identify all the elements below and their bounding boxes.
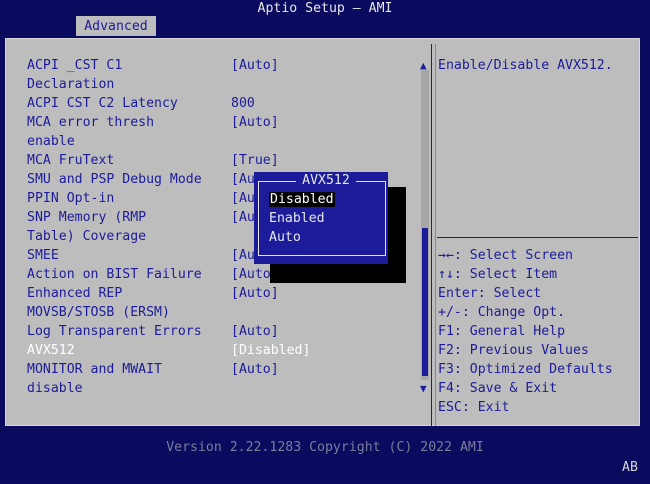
setting-avx512-label[interactable]: AVX512 bbox=[27, 341, 75, 360]
setting-smu-psp-debug-label[interactable]: SMU and PSP Debug Mode bbox=[27, 170, 202, 189]
setting-log-transparent-errors-value[interactable]: [Auto] bbox=[231, 322, 279, 341]
setting-mca-frutext-value[interactable]: [True] bbox=[231, 151, 279, 170]
setting-acpi-cst-c1-label-cont: Declaration bbox=[27, 77, 115, 92]
help-key-f4: F4: Save & Exit bbox=[438, 381, 558, 396]
setting-mca-error-thresh-value[interactable]: [Auto] bbox=[231, 113, 279, 132]
setting-smee-label[interactable]: SMEE bbox=[27, 246, 59, 265]
setting-monitor-mwait-label-cont: disable bbox=[27, 381, 83, 396]
scrollbar-thumb[interactable] bbox=[422, 228, 428, 376]
panel-divider bbox=[431, 44, 432, 426]
setting-monitor-mwait-value[interactable]: [Auto] bbox=[231, 360, 279, 379]
help-key-enter: Enter: Select bbox=[438, 286, 542, 301]
setting-acpi-cst-c1-label[interactable]: ACPI _CST C1 bbox=[27, 56, 122, 75]
popup-option-auto[interactable]: Auto bbox=[269, 228, 301, 247]
setting-smu-psp-debug-value[interactable]: [Au bbox=[231, 170, 255, 189]
panel-divider-inner bbox=[435, 44, 436, 426]
tab-advanced[interactable]: Advanced bbox=[76, 16, 156, 36]
help-separator bbox=[437, 237, 638, 238]
popup-option-disabled[interactable]: Disabled bbox=[269, 190, 335, 209]
setting-bist-failure-label[interactable]: Action on BIST Failure bbox=[27, 265, 202, 284]
setting-acpi-cst-c2-latency-label[interactable]: ACPI CST C2 Latency bbox=[27, 94, 178, 113]
setting-enhanced-rep-label-cont: MOVSB/STOSB (ERSM) bbox=[27, 305, 170, 320]
setting-monitor-mwait-label[interactable]: MONITOR and MWAIT bbox=[27, 360, 162, 379]
setting-snp-memory-label-cont: Table) Coverage bbox=[27, 229, 147, 244]
setting-snp-memory-label[interactable]: SNP Memory (RMP bbox=[27, 208, 146, 227]
help-key-change-opt: +/-: Change Opt. bbox=[438, 305, 566, 320]
setting-enhanced-rep-value[interactable]: [Auto] bbox=[231, 284, 279, 303]
help-key-select-item: ↑↓: Select Item bbox=[438, 267, 558, 282]
popup-title: AVX512 bbox=[302, 173, 350, 188]
help-key-f2: F2: Previous Values bbox=[438, 343, 589, 358]
scroll-down-arrow-icon[interactable]: ▼ bbox=[420, 379, 427, 398]
popup-option-disabled-label[interactable]: Disabled bbox=[269, 192, 335, 207]
popup-option-enabled[interactable]: Enabled bbox=[269, 209, 325, 228]
setting-log-transparent-errors-label[interactable]: Log Transparent Errors bbox=[27, 322, 202, 341]
setting-acpi-cst-c2-latency-value[interactable]: 800 bbox=[231, 94, 255, 113]
help-key-f1: F1: General Help bbox=[438, 324, 566, 339]
help-description: Enable/Disable AVX512. bbox=[438, 58, 613, 73]
setting-enhanced-rep-label[interactable]: Enhanced REP bbox=[27, 284, 122, 303]
help-key-select-screen: →←: Select Screen bbox=[438, 248, 573, 263]
help-key-esc: ESC: Exit bbox=[438, 400, 510, 415]
setting-bist-failure-value[interactable]: [Auto bbox=[231, 265, 271, 284]
help-key-f3: F3: Optimized Defaults bbox=[438, 362, 613, 377]
setting-mca-frutext-label[interactable]: MCA FruText bbox=[27, 151, 114, 170]
setting-snp-memory-value[interactable]: [Au bbox=[231, 208, 255, 227]
ab-badge: AB bbox=[622, 460, 638, 475]
footer-version: Version 2.22.1283 Copyright (C) 2022 AMI bbox=[166, 440, 484, 455]
setting-smee-value[interactable]: [Au bbox=[231, 246, 255, 265]
setting-ppin-opt-in-label[interactable]: PPIN Opt-in bbox=[27, 189, 114, 208]
setting-mca-error-thresh-label[interactable]: MCA error thresh bbox=[27, 113, 154, 132]
setting-mca-error-thresh-label-cont: enable bbox=[27, 134, 75, 149]
setting-acpi-cst-c1-value[interactable]: [Auto] bbox=[231, 56, 279, 75]
setting-ppin-opt-in-value[interactable]: [Au bbox=[231, 189, 255, 208]
setting-avx512-value[interactable]: [Disabled] bbox=[231, 341, 310, 360]
